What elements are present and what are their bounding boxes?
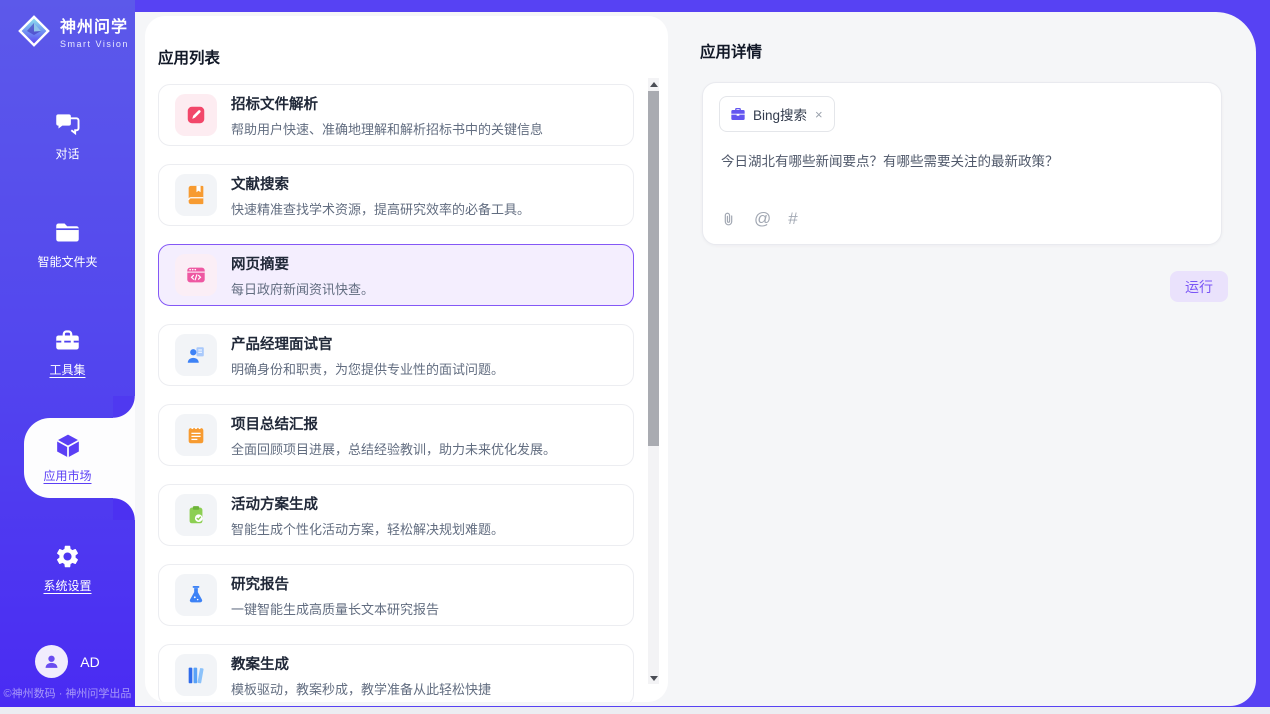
- flask-icon: [185, 584, 207, 606]
- tool-chip-bing-search[interactable]: Bing搜索 ×: [719, 96, 835, 132]
- scrollbar-down-arrow[interactable]: [648, 672, 659, 684]
- folder-icon: [54, 219, 81, 246]
- app-card-lesson-plan[interactable]: 教案生成 模板驱动，教案秒成，教学准备从此轻松快捷: [158, 644, 634, 702]
- app-description: 每日政府新闻资讯快查。: [231, 279, 374, 298]
- app-list-title: 应用列表: [158, 46, 220, 68]
- scrollbar[interactable]: [648, 78, 659, 684]
- icon-tile: [175, 254, 217, 296]
- book-icon: [185, 184, 207, 206]
- icon-tile: [175, 574, 217, 616]
- icon-tile: [175, 94, 217, 136]
- user-name: AD: [80, 654, 99, 670]
- copyright-text: ©神州数码 · 神州问学出品: [0, 685, 135, 701]
- app-description: 智能生成个性化活动方案，轻松解决规划难题。: [231, 519, 504, 538]
- app-description: 全面回顾项目进展，总结经验教训，助力未来优化发展。: [231, 439, 556, 458]
- app-description: 帮助用户快速、准确地理解和解析招标书中的关键信息: [231, 119, 543, 138]
- logo-title: 神州问学: [60, 13, 129, 37]
- logo-subtitle: Smart Vision: [60, 39, 129, 49]
- app-list-panel: 应用列表 招标文件解析 帮助用户快速、准确地理解和解析招标书中的关键信息: [145, 16, 668, 702]
- sidebar-item-settings[interactable]: 系统设置: [0, 528, 135, 608]
- chip-close-icon[interactable]: ×: [814, 107, 824, 122]
- bottom-strip: [0, 707, 1270, 714]
- toolbox-icon: [54, 327, 81, 354]
- prompt-input[interactable]: 今日湖北有哪些新闻要点？有哪些需要关注的最新政策？: [721, 152, 1201, 172]
- app-card-research-report[interactable]: 研究报告 一键智能生成高质量长文本研究报告: [158, 564, 634, 626]
- app-name: 文献搜索: [231, 173, 530, 194]
- app-description: 快速精准查找学术资源，提高研究效率的必备工具。: [231, 199, 530, 218]
- sidebar-item-label: 系统设置: [43, 577, 91, 594]
- sidebar-item-toolset[interactable]: 工具集: [0, 312, 135, 392]
- paperclip-icon[interactable]: [720, 211, 737, 228]
- app-description: 明确身份和职责，为您提供专业性的面试问题。: [231, 359, 504, 378]
- app-card-bid-parsing[interactable]: 招标文件解析 帮助用户快速、准确地理解和解析招标书中的关键信息: [158, 84, 634, 146]
- clipboard-check-icon: [185, 504, 207, 526]
- books-icon: [185, 664, 207, 686]
- app-description: 一键智能生成高质量长文本研究报告: [231, 599, 439, 618]
- app-logo: 神州问学 Smart Vision: [16, 13, 129, 49]
- logo-diamond-icon: [16, 13, 52, 49]
- sidebar-item-label: 智能文件夹: [37, 253, 97, 270]
- sidebar-item-chat[interactable]: 对话: [0, 96, 135, 176]
- icon-tile: [175, 174, 217, 216]
- sidebar: 神州问学 Smart Vision 对话 智能文件夹 工具集: [0, 0, 135, 707]
- app-detail-title: 应用详情: [700, 40, 762, 62]
- run-button[interactable]: 运行: [1170, 271, 1228, 302]
- app-name: 产品经理面试官: [231, 333, 504, 354]
- app-card-literature-search[interactable]: 文献搜索 快速精准查找学术资源，提高研究效率的必备工具。: [158, 164, 634, 226]
- scrollbar-thumb[interactable]: [648, 91, 659, 446]
- cube-icon: [54, 432, 82, 460]
- briefcase-icon: [730, 106, 746, 122]
- app-card-list: 招标文件解析 帮助用户快速、准确地理解和解析招标书中的关键信息 文献搜索 快速精…: [158, 84, 634, 702]
- app-name: 活动方案生成: [231, 493, 504, 514]
- interviewer-icon: [185, 344, 207, 366]
- app-card-event-plan[interactable]: 活动方案生成 智能生成个性化活动方案，轻松解决规划难题。: [158, 484, 634, 546]
- app-name: 网页摘要: [231, 253, 374, 274]
- app-card-webpage-summary[interactable]: 网页摘要 每日政府新闻资讯快查。: [158, 244, 634, 306]
- bid-document-icon: [185, 104, 207, 126]
- sidebar-item-label: 工具集: [49, 361, 85, 378]
- prompt-toolbar: @ #: [720, 209, 798, 229]
- app-name: 研究报告: [231, 573, 439, 594]
- icon-tile: [175, 654, 217, 696]
- mention-icon[interactable]: @: [754, 209, 771, 229]
- app-name: 教案生成: [231, 653, 491, 674]
- sidebar-item-smart-folder[interactable]: 智能文件夹: [0, 204, 135, 284]
- icon-tile: [175, 494, 217, 536]
- sidebar-item-label: 对话: [55, 145, 79, 162]
- prompt-card: Bing搜索 × 今日湖北有哪些新闻要点？有哪些需要关注的最新政策？ @ #: [702, 82, 1222, 245]
- app-card-project-summary[interactable]: 项目总结汇报 全面回顾项目进展，总结经验教训，助力未来优化发展。: [158, 404, 634, 466]
- tool-chip-label: Bing搜索: [753, 104, 807, 124]
- user-account[interactable]: AD: [0, 645, 135, 678]
- scrollbar-up-arrow[interactable]: [648, 78, 659, 90]
- sidebar-item-label: 应用市场: [43, 467, 91, 484]
- app-card-pm-interviewer[interactable]: 产品经理面试官 明确身份和职责，为您提供专业性的面试问题。: [158, 324, 634, 386]
- app-name: 项目总结汇报: [231, 413, 556, 434]
- app-name: 招标文件解析: [231, 93, 543, 114]
- gear-icon: [54, 543, 81, 570]
- icon-tile: [175, 334, 217, 376]
- avatar: [35, 645, 68, 678]
- person-icon: [42, 652, 61, 671]
- sidebar-item-app-market[interactable]: 应用市场: [0, 418, 135, 498]
- report-note-icon: [185, 424, 207, 446]
- icon-tile: [175, 414, 217, 456]
- hash-icon[interactable]: #: [788, 209, 797, 229]
- chat-icon: [54, 111, 81, 138]
- app-description: 模板驱动，教案秒成，教学准备从此轻松快捷: [231, 679, 491, 698]
- webpage-icon: [185, 264, 207, 286]
